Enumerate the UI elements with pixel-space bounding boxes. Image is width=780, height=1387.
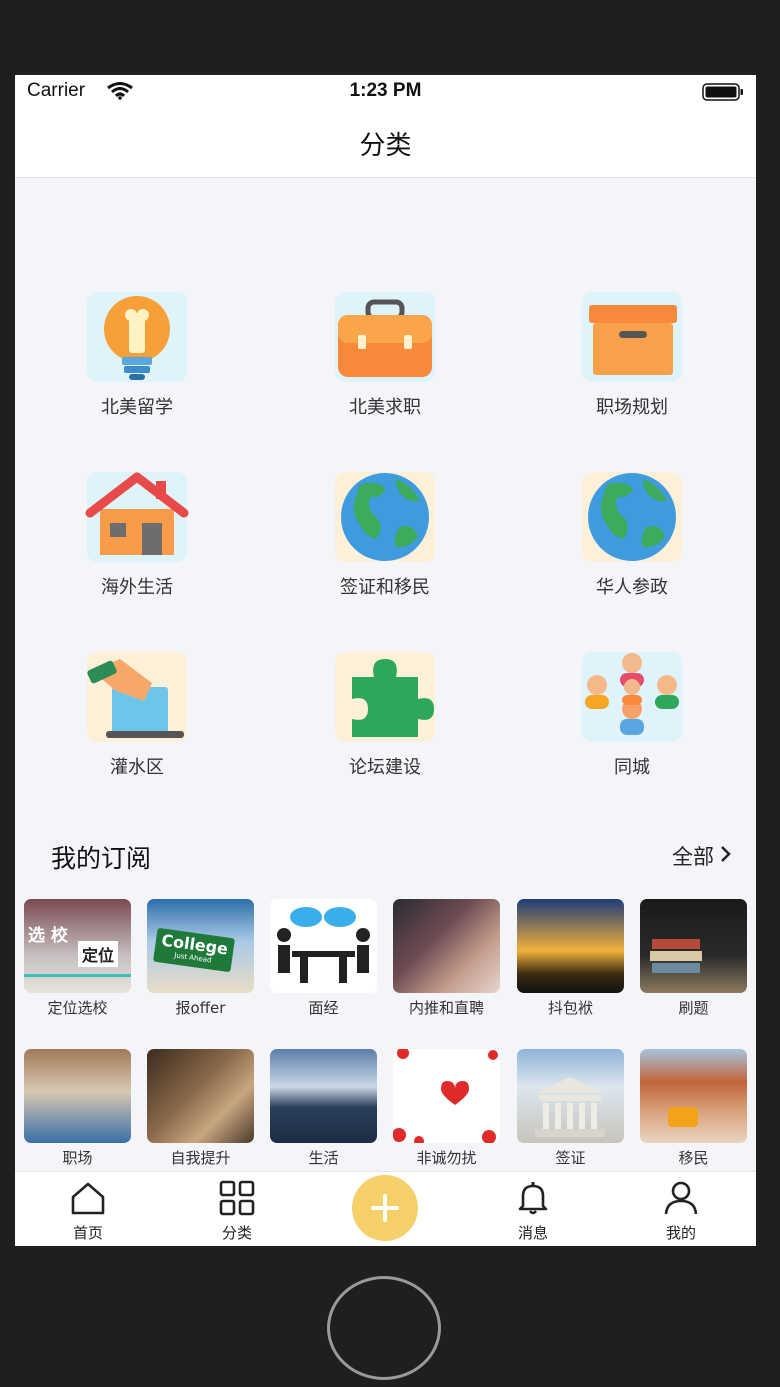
category-study[interactable]: 北美留学 — [37, 287, 237, 419]
category-visa[interactable]: 签证和移民 — [285, 467, 485, 599]
tab-label: 分类 — [221, 1224, 252, 1242]
subscription-label: 抖包袱 — [547, 999, 593, 1017]
globe-icon — [330, 467, 440, 567]
subscription-label: 面经 — [308, 999, 339, 1017]
category-label: 北美留学 — [101, 397, 173, 418]
thumbnail-image — [393, 1049, 500, 1143]
view-all-link[interactable]: 全部 — [672, 841, 714, 871]
thumbnail-image — [517, 899, 624, 993]
tab-bar: 首页 分类 消息 我的 — [15, 1171, 756, 1246]
thumbnail-image — [393, 899, 500, 993]
globe-icon — [577, 467, 687, 567]
subscription-label: 定位选校 — [47, 999, 108, 1017]
tab-profile[interactable]: 我的 — [621, 1172, 741, 1246]
tab-messages[interactable]: 消息 — [473, 1172, 593, 1246]
archive-box-icon — [577, 287, 687, 387]
add-post-button[interactable] — [352, 1175, 418, 1241]
tab-label: 首页 — [72, 1224, 103, 1242]
category-label: 同城 — [614, 757, 650, 778]
subscription-label: 自我提升 — [170, 1149, 231, 1167]
subscription-label: 报offer — [175, 999, 226, 1017]
thumbnail-caption: 定位 — [78, 941, 119, 967]
thumbnail-image — [640, 1049, 747, 1143]
category-label: 灌水区 — [110, 757, 164, 778]
subscription-item[interactable]: 签证 — [517, 1049, 624, 1168]
section-title: 我的订阅 — [51, 844, 152, 873]
status-bar: Carrier 1:23 PM — [15, 75, 756, 109]
home-button[interactable] — [327, 1276, 441, 1380]
lightbulb-icon — [82, 287, 192, 387]
house-icon — [82, 467, 192, 567]
category-chat[interactable]: 灌水区 — [37, 647, 237, 779]
briefcase-icon — [330, 287, 440, 387]
subscription-item[interactable]: 内推和直聘 — [393, 899, 500, 1018]
subscription-item[interactable]: 抖包袱 — [517, 899, 624, 1018]
user-icon — [664, 1181, 698, 1215]
thumbnail-image — [147, 1049, 254, 1143]
nav-bar: 分类 — [15, 109, 756, 178]
subscription-item[interactable]: 职场 — [24, 1049, 131, 1168]
battery-icon — [702, 83, 743, 101]
thumbnail-image: 选 校 定位 — [24, 899, 131, 993]
thumbnail-image — [270, 899, 377, 993]
thumbnail-image — [517, 1049, 624, 1143]
app-screen: Carrier 1:23 PM 分类 北美留学 北美求职 职场规划 海外生活 签… — [15, 75, 756, 1246]
category-local[interactable]: 同城 — [532, 647, 732, 779]
subscription-item[interactable]: 选 校 定位 定位选校 — [24, 899, 131, 1018]
tab-categories[interactable]: 分类 — [177, 1172, 297, 1246]
tab-home[interactable]: 首页 — [28, 1172, 148, 1246]
subscription-item[interactable]: 刷题 — [640, 899, 747, 1018]
status-time: 1:23 PM — [349, 80, 422, 101]
ballot-box-icon — [82, 647, 192, 747]
grid-icon — [219, 1180, 255, 1216]
subscription-label: 刷题 — [678, 999, 709, 1017]
category-overseas-life[interactable]: 海外生活 — [37, 467, 237, 599]
category-forum[interactable]: 论坛建设 — [285, 647, 485, 779]
subscription-item[interactable]: 非诚勿扰 — [393, 1049, 500, 1168]
thumbnail-caption: 选 校 — [28, 926, 68, 946]
category-label: 职场规划 — [596, 397, 668, 418]
category-label: 华人参政 — [596, 577, 668, 598]
category-label: 北美求职 — [349, 397, 421, 418]
subscription-item[interactable]: 自我提升 — [147, 1049, 254, 1168]
category-label: 海外生活 — [101, 577, 173, 598]
thumbnail-image — [24, 1049, 131, 1143]
subscription-label: 签证 — [555, 1149, 586, 1167]
people-group-icon — [577, 647, 687, 747]
subscription-item[interactable]: 面经 — [270, 899, 377, 1018]
subscriptions-header: 我的订阅 全部 — [15, 835, 756, 879]
subscription-label: 生活 — [308, 1149, 339, 1167]
category-politics[interactable]: 华人参政 — [532, 467, 732, 599]
thumbnail-image — [640, 899, 747, 993]
subscription-label: 职场 — [62, 1149, 93, 1167]
puzzle-icon — [330, 647, 440, 747]
category-career[interactable]: 职场规划 — [532, 287, 732, 419]
subscription-item[interactable]: 移民 — [640, 1049, 747, 1168]
thumbnail-image: College Just Ahead — [147, 899, 254, 993]
plus-icon — [371, 1194, 399, 1222]
category-label: 签证和移民 — [340, 577, 430, 598]
home-icon — [71, 1182, 105, 1215]
subscription-item[interactable]: College Just Ahead 报offer — [147, 899, 254, 1018]
bell-icon — [518, 1182, 548, 1215]
subscription-label: 移民 — [678, 1149, 709, 1167]
subscription-label: 非诚勿扰 — [416, 1149, 477, 1167]
page-title: 分类 — [359, 131, 412, 161]
tab-label: 消息 — [517, 1224, 548, 1242]
chevron-right-icon[interactable] — [720, 845, 732, 863]
category-label: 论坛建设 — [349, 757, 421, 778]
category-jobs[interactable]: 北美求职 — [285, 287, 485, 419]
tab-label: 我的 — [665, 1224, 696, 1242]
thumbnail-image — [270, 1049, 377, 1143]
subscription-item[interactable]: 生活 — [270, 1049, 377, 1168]
subscription-label: 内推和直聘 — [408, 999, 484, 1017]
